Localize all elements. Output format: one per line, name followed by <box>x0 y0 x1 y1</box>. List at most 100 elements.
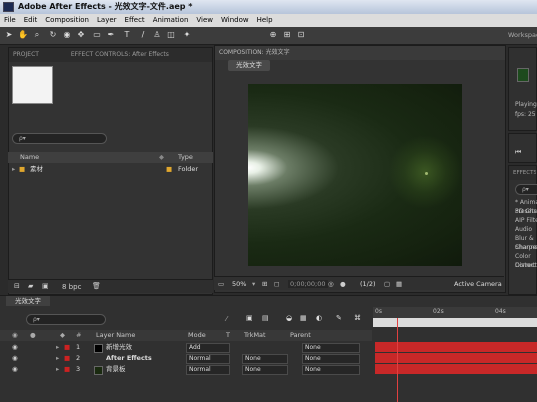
project-search-input[interactable]: ρ▾ <box>12 133 107 144</box>
effects-item[interactable]: Color Correction <box>515 252 537 269</box>
zoom-chevron-icon[interactable]: ▾ <box>252 277 255 291</box>
bpc-label[interactable]: 8 bpc <box>62 283 81 291</box>
camera-dropdown[interactable]: Active Camera <box>454 277 502 291</box>
effects-item[interactable]: Channel <box>515 243 537 252</box>
motion-blur-icon[interactable]: ◐ <box>316 314 322 322</box>
layer-name[interactable]: After Effects <box>106 353 152 364</box>
layer-duration-bar[interactable] <box>375 353 537 363</box>
selection-tool-icon[interactable]: ➤ <box>4 30 14 40</box>
interpret-footage-icon[interactable]: ⊟ <box>14 282 20 290</box>
region-of-interest-icon[interactable]: ▢ <box>384 277 390 291</box>
pan-behind-tool-icon[interactable]: ✥ <box>76 30 86 40</box>
menu-file[interactable]: File <box>0 14 20 27</box>
column-mode[interactable]: Mode <box>188 330 206 341</box>
draft-3d-icon[interactable]: ▤ <box>262 314 269 322</box>
tab-effect-controls[interactable]: EFFECT CONTROLS: After Effects <box>71 51 169 58</box>
resolution-dropdown[interactable]: (1/2) <box>360 277 376 291</box>
mode-dropdown[interactable]: Add <box>186 343 230 353</box>
comp-mini-flowchart-icon[interactable]: ⁄ <box>226 315 227 323</box>
current-time-display[interactable]: 0;00;00;00 <box>288 280 328 288</box>
project-item-row[interactable]: ▸ ■ 素材 ■ Folder <box>8 164 213 175</box>
always-preview-icon[interactable]: ▭ <box>218 277 224 291</box>
mask-tool-icon[interactable]: ▭ <box>92 30 102 40</box>
effects-item[interactable]: AIP Filters <box>515 216 537 225</box>
column-layer-name[interactable]: Layer Name <box>96 330 135 341</box>
trkmat-dropdown[interactable]: None <box>242 354 288 364</box>
workspace-label[interactable]: Workspace <box>508 31 537 39</box>
menu-help[interactable]: Help <box>253 14 277 27</box>
first-frame-icon[interactable]: ⏮ <box>515 148 521 157</box>
zoom-tool-icon[interactable]: ⌕ <box>32 30 42 40</box>
mask-view-icon[interactable]: ◻ <box>274 277 279 291</box>
menu-layer[interactable]: Layer <box>93 14 121 27</box>
timeline-search-input[interactable]: ρ▾ <box>26 314 106 325</box>
layer-duration-bar[interactable] <box>375 342 537 352</box>
rotate-tool-icon[interactable]: ↻ <box>48 30 58 40</box>
time-ruler[interactable]: 0s 02s 04s <box>373 307 537 318</box>
eye-icon[interactable]: ◉ <box>12 353 18 364</box>
effects-item[interactable]: Distort <box>515 261 537 270</box>
layer-row[interactable]: ◉ ▸ ■ 1 新增光效 Add None <box>0 342 372 353</box>
parent-dropdown[interactable]: None <box>302 354 360 364</box>
menu-view[interactable]: View <box>192 14 217 27</box>
expand-icon[interactable]: ▸ <box>56 342 59 353</box>
effects-item[interactable]: Audio <box>515 225 537 234</box>
layer-row[interactable]: ◉ ▸ ■ 2 After Effects Normal None None <box>0 353 372 364</box>
column-trkmat[interactable]: TrkMat <box>244 330 266 341</box>
graph-editor-icon[interactable]: ⌘ <box>354 314 361 322</box>
timeline-tab[interactable]: 光效文字 <box>6 296 50 306</box>
new-comp-icon[interactable]: ▣ <box>42 282 49 290</box>
layer-row[interactable]: ◉ ▸ ■ 3 背景板 Normal None None <box>0 364 372 375</box>
tab-project[interactable]: PROJECT <box>13 51 39 58</box>
column-parent[interactable]: Parent <box>290 330 311 341</box>
comp-name-button[interactable]: 光效文字 <box>228 60 270 71</box>
column-name[interactable]: Name <box>20 152 39 163</box>
transparency-grid-icon[interactable]: ▦ <box>396 277 402 291</box>
eraser-tool-icon[interactable]: ◫ <box>166 30 176 40</box>
pen-tool-icon[interactable]: ✒ <box>106 30 116 40</box>
effects-tab[interactable]: EFFECTS & PRESETS <box>509 166 536 180</box>
view-axis-icon[interactable]: ⊡ <box>296 30 306 40</box>
brush-tool-icon[interactable]: / <box>138 30 148 40</box>
parent-dropdown[interactable]: None <box>302 343 360 353</box>
layer-color-icon[interactable]: ■ <box>64 353 70 364</box>
puppet-tool-icon[interactable]: ✦ <box>182 30 192 40</box>
parent-dropdown[interactable]: None <box>302 365 360 375</box>
expand-icon[interactable]: ▸ <box>56 353 59 364</box>
layer-name[interactable]: 新增光效 <box>106 342 132 353</box>
brainstorm-icon[interactable]: ✎ <box>336 314 342 322</box>
snapshot-icon[interactable]: ◎ <box>328 277 334 291</box>
hide-shy-icon[interactable]: ◒ <box>286 314 292 322</box>
trkmat-dropdown[interactable]: None <box>242 365 288 375</box>
layer-color-icon[interactable]: ■ <box>64 342 70 353</box>
layer-color-icon[interactable]: ■ <box>64 364 70 375</box>
menu-window[interactable]: Window <box>217 14 253 27</box>
expand-icon[interactable]: ▸ <box>56 364 59 375</box>
menu-edit[interactable]: Edit <box>20 14 42 27</box>
clone-stamp-tool-icon[interactable]: ♙ <box>152 30 162 40</box>
new-folder-icon[interactable]: ▰ <box>28 282 33 290</box>
menu-composition[interactable]: Composition <box>41 14 93 27</box>
menu-animation[interactable]: Animation <box>149 14 193 27</box>
live-update-icon[interactable]: ▣ <box>246 314 253 322</box>
layer-duration-bar[interactable] <box>375 364 537 374</box>
camera-tool-icon[interactable]: ◉ <box>62 30 72 40</box>
frame-blending-icon[interactable]: ▦ <box>300 314 307 322</box>
effects-item[interactable]: Blur & Sharpen <box>515 234 537 251</box>
column-type[interactable]: Type <box>178 152 193 163</box>
mode-dropdown[interactable]: Normal <box>186 354 230 364</box>
effects-item[interactable]: 3D Channel <box>515 207 537 216</box>
effects-search-input[interactable]: ρ▾ <box>515 184 537 195</box>
delete-icon[interactable]: 🗑 <box>92 282 101 290</box>
layer-name[interactable]: 背景板 <box>106 364 126 375</box>
text-tool-icon[interactable]: T <box>122 30 132 40</box>
current-time-indicator[interactable] <box>397 318 398 402</box>
eye-icon[interactable]: ◉ <box>12 342 18 353</box>
show-channel-icon[interactable]: ● <box>340 277 346 291</box>
hand-tool-icon[interactable]: ✋ <box>18 30 28 40</box>
eye-icon[interactable]: ◉ <box>12 364 18 375</box>
zoom-dropdown[interactable]: 50% <box>232 277 246 291</box>
expand-icon[interactable]: ▸ <box>12 164 15 175</box>
label-column-icon[interactable]: ◆ <box>159 152 164 163</box>
effects-item[interactable]: * Animation Presets <box>515 198 537 215</box>
